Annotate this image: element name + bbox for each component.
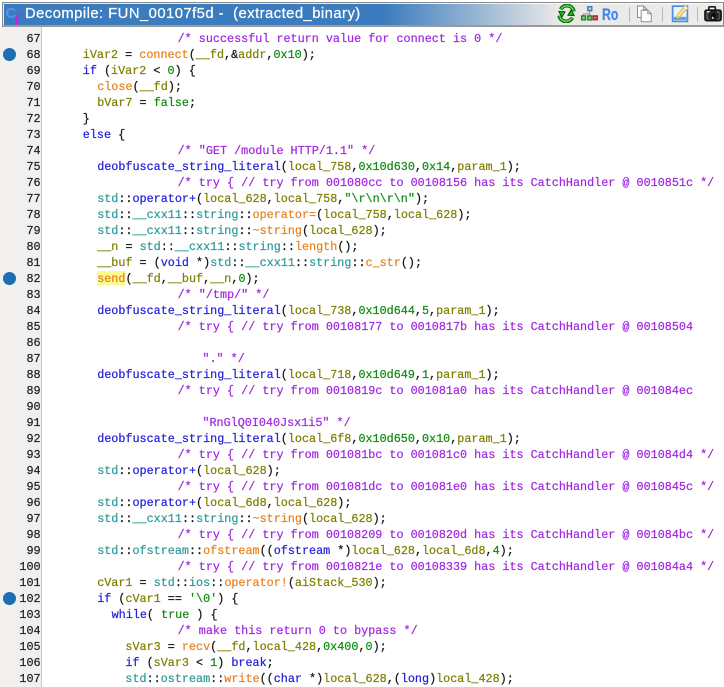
svg-text:f: f: [15, 13, 21, 25]
